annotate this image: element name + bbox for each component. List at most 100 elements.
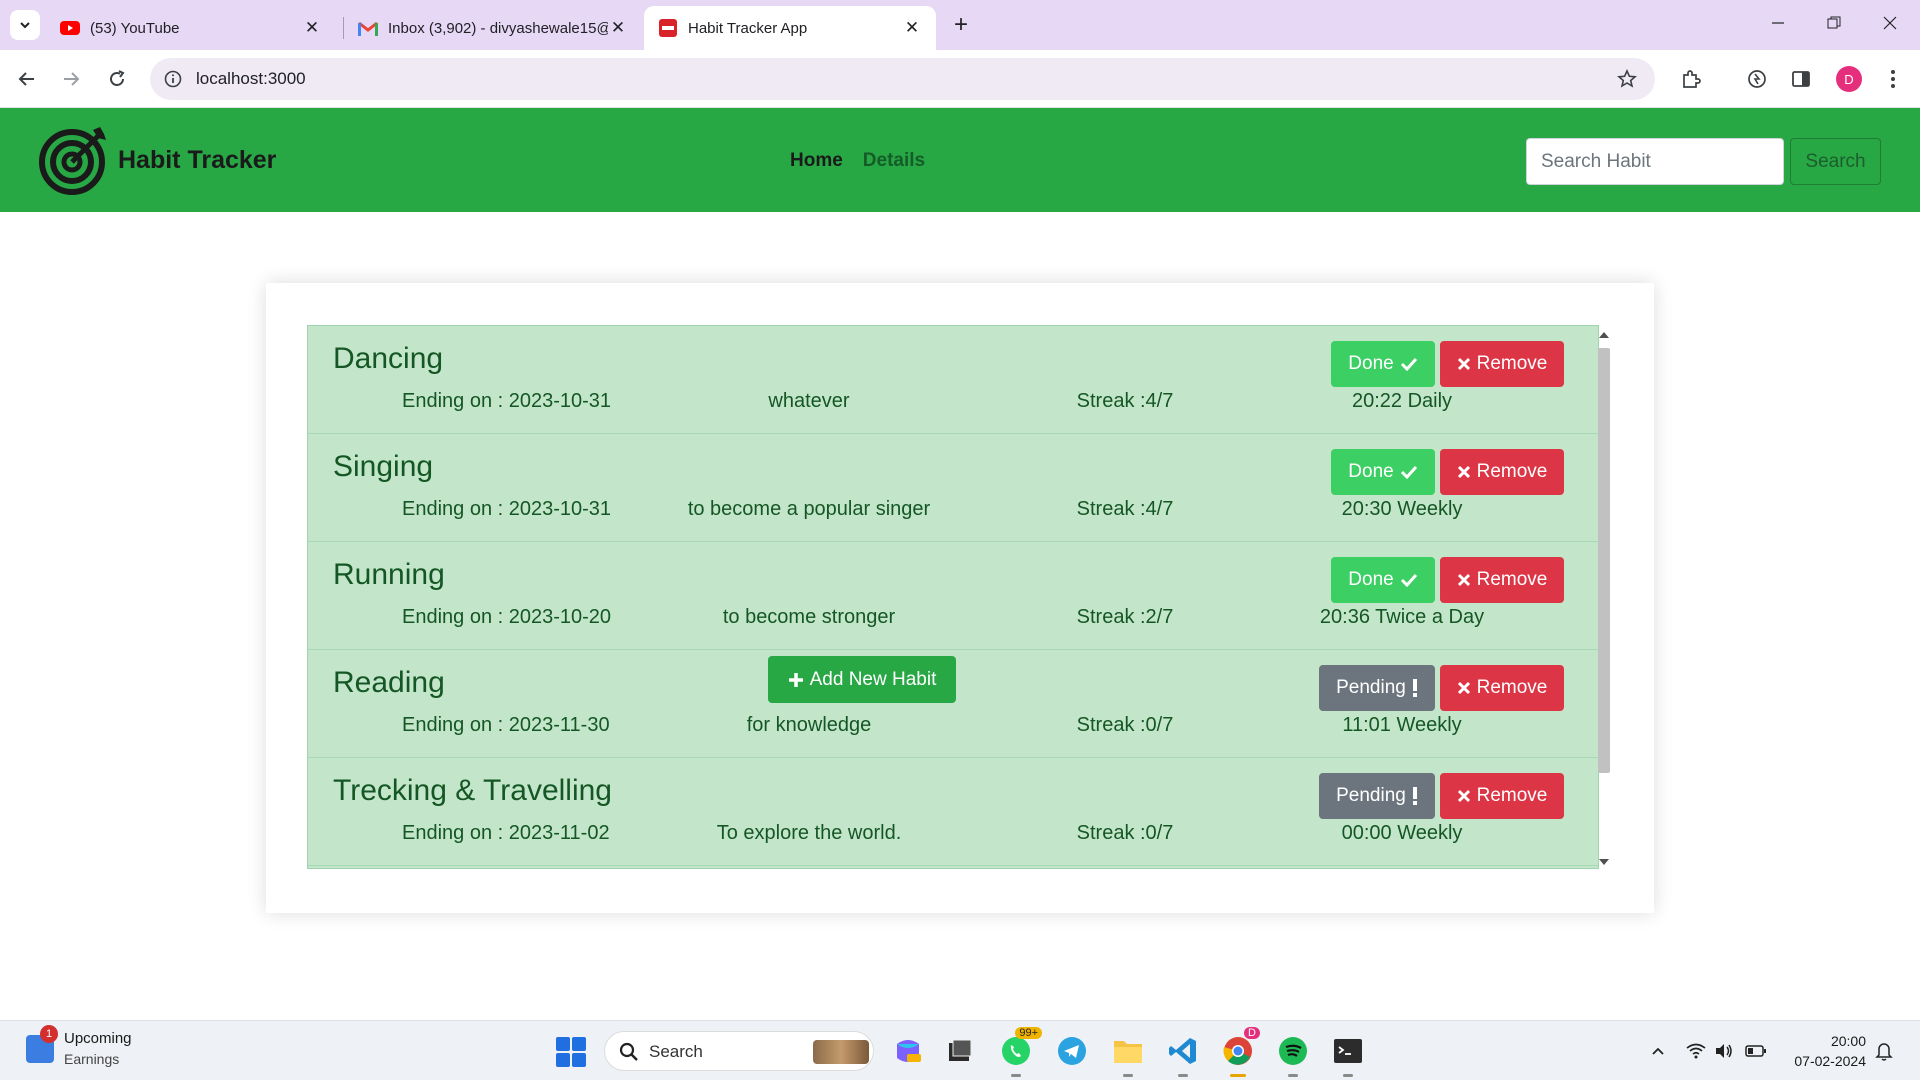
browser-toolbar: localhost:3000 D [0,50,1920,108]
wifi-status[interactable] [1684,1039,1708,1063]
whatsapp-app[interactable]: 99+ [998,1027,1042,1077]
file-explorer-alt-app[interactable] [942,1033,978,1069]
telegram-icon [1058,1037,1086,1065]
new-tab-button[interactable]: + [948,11,974,38]
brand[interactable]: Habit Tracker [38,124,276,196]
running-indicator [1123,1074,1133,1077]
tab-search-dropdown[interactable] [10,10,40,40]
close-tab-icon[interactable]: ✕ [608,18,628,38]
scroll-down-arrow-icon[interactable] [1599,859,1609,865]
habit-row: Singing Ending on : 2023-10-31 to become… [308,434,1598,542]
close-tab-icon[interactable]: ✕ [902,18,922,38]
telegram-app[interactable] [1054,1033,1090,1069]
running-indicator [1343,1074,1353,1077]
running-indicator [1011,1074,1021,1077]
search-icon [619,1042,638,1061]
remove-button[interactable]: Remove [1440,449,1564,495]
scrollbar-thumb[interactable] [1598,348,1610,773]
pending-button[interactable]: Pending [1319,665,1435,711]
minimize-icon [1772,22,1784,24]
close-window-button[interactable] [1870,8,1910,38]
windows-logo-icon [556,1037,570,1051]
done-label: Done [1348,353,1394,374]
active-indicator [1230,1074,1246,1077]
arrow-left-icon [18,72,34,86]
habit-end-date: Ending on : 2023-10-31 [402,498,612,520]
performance-button[interactable] [1742,64,1772,94]
volume-control[interactable] [1712,1039,1736,1063]
habit-time: 20:30 Weekly [1341,498,1463,520]
tab-gmail[interactable]: Inbox (3,902) - divyashewale15@ ✕ [344,6,642,50]
show-hidden-icons-button[interactable] [1646,1039,1670,1063]
spotify-app[interactable] [1275,1033,1311,1077]
habit-streak: Streak :0/7 [1076,822,1174,844]
nav-details-link[interactable]: Details [863,150,925,172]
remove-button[interactable]: Remove [1440,341,1564,387]
back-button[interactable] [12,64,42,94]
close-tab-icon[interactable]: ✕ [302,18,322,38]
site-info-icon[interactable] [162,68,184,90]
battery-status[interactable] [1744,1039,1768,1063]
remove-button[interactable]: Remove [1440,665,1564,711]
habit-time: 20:22 Daily [1351,390,1453,412]
puzzle-icon [1683,70,1701,88]
tab-habit-tracker[interactable]: Habit Tracker App ✕ [644,6,936,50]
copilot-icon [897,1040,921,1062]
done-button[interactable]: Done [1331,557,1435,603]
system-clock[interactable]: 20:00 07-02-2024 [1776,1031,1866,1071]
tab-youtube[interactable]: (53) YouTube ✕ [46,6,336,50]
done-button[interactable]: Done [1331,341,1435,387]
widgets-button[interactable]: 1 Upcoming Earnings [26,1025,132,1069]
extensions-button[interactable] [1676,64,1706,94]
chrome-menu-button[interactable] [1878,64,1908,94]
habit-card: Dancing Ending on : 2023-10-31 whatever … [266,283,1654,913]
bookmark-star-icon[interactable] [1615,67,1639,91]
close-icon [1883,16,1897,30]
habit-row: Trecking & Travelling Ending on : 2023-1… [308,758,1598,866]
habit-list-scrollbar[interactable] [1595,328,1613,869]
vscode-app[interactable] [1165,1033,1201,1077]
restore-button[interactable] [1814,8,1854,38]
start-button[interactable] [556,1037,586,1067]
notifications-button[interactable] [1872,1039,1896,1063]
widget-subtitle: Earnings [64,1051,120,1067]
times-icon [1457,681,1470,695]
copilot-app[interactable] [890,1033,926,1069]
taskbar-search[interactable]: Search [604,1031,874,1071]
nav-links: Home Details [790,150,925,172]
minimize-button[interactable] [1758,8,1798,38]
remove-label: Remove [1476,785,1548,806]
pending-button[interactable]: Pending [1319,773,1435,819]
address-bar[interactable]: localhost:3000 [150,58,1655,100]
tab-title: Inbox (3,902) - divyashewale15@ [388,19,608,37]
remove-label: Remove [1476,677,1548,698]
habit-description: to become stronger [722,606,896,628]
terminal-icon [1334,1039,1362,1063]
search-habit-input[interactable] [1526,138,1784,185]
habit-row: Running Ending on : 2023-10-20 to become… [308,542,1598,650]
chrome-profile-badge: D [1244,1027,1260,1039]
window-icon [949,1039,972,1061]
terminal-app[interactable] [1330,1033,1366,1077]
remove-button[interactable]: Remove [1440,557,1564,603]
habit-end-date: Ending on : 2023-10-31 [402,390,612,412]
chrome-app[interactable]: D [1220,1027,1260,1077]
habit-description: whatever [768,390,850,412]
chevron-up-icon [1652,1047,1664,1055]
file-explorer-app[interactable] [1110,1033,1146,1077]
search-button[interactable]: Search [1790,138,1881,185]
remove-button[interactable]: Remove [1440,773,1564,819]
habit-description: to become a popular singer [687,498,931,520]
nav-home-link[interactable]: Home [790,150,843,172]
profile-avatar[interactable]: D [1836,66,1862,92]
add-new-habit-button[interactable]: Add New Habit [768,656,956,703]
forward-button[interactable] [56,64,86,94]
reload-button[interactable] [102,64,132,94]
side-panel-icon [1792,71,1810,87]
pending-label: Pending [1336,677,1406,698]
side-panel-button[interactable] [1786,64,1816,94]
plus-icon [788,672,803,687]
scroll-up-arrow-icon[interactable] [1599,332,1609,338]
done-button[interactable]: Done [1331,449,1435,495]
habit-time: 20:36 Twice a Day [1319,606,1485,628]
